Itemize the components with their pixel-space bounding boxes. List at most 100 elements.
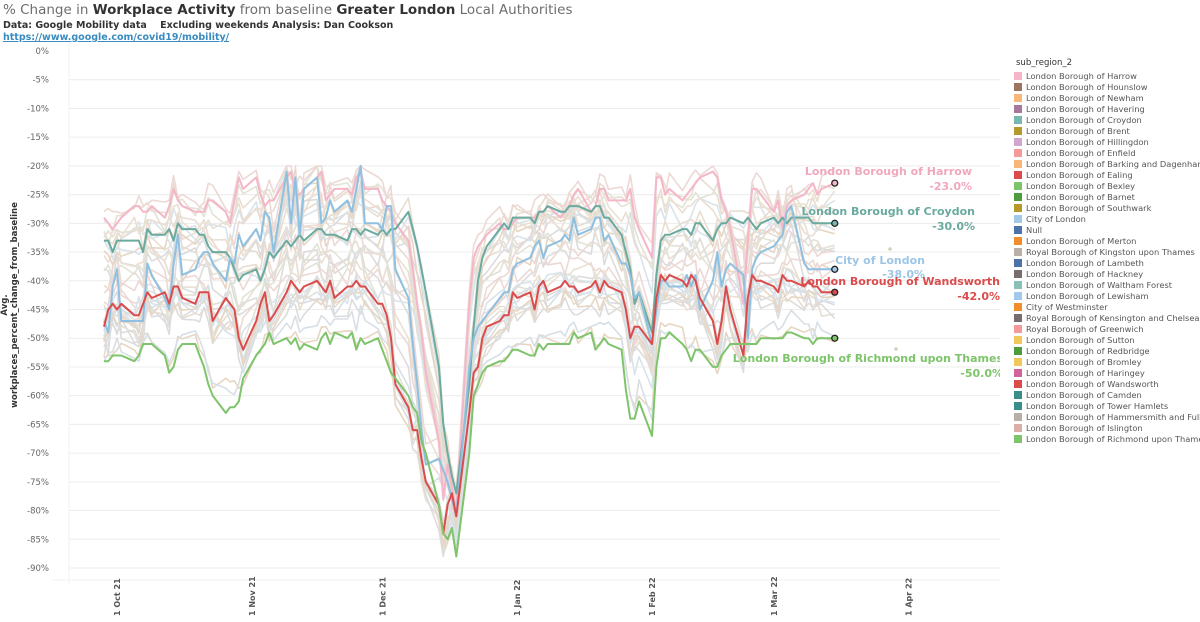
- legend-swatch: [1014, 236, 1022, 245]
- legend-label: City of Westminster: [1026, 301, 1108, 312]
- legend-item[interactable]: London Borough of Brent: [1014, 125, 1200, 136]
- y-tick-label: -90%: [27, 564, 49, 574]
- legend-label: Null: [1026, 224, 1043, 235]
- legend-label: City of London: [1026, 213, 1086, 224]
- legend-item[interactable]: London Borough of Enfield: [1014, 147, 1200, 158]
- annotation-anchor: [888, 247, 892, 251]
- legend-swatch: [1014, 357, 1022, 366]
- legend-item[interactable]: Null: [1014, 224, 1200, 235]
- legend-label: London Borough of Barnet: [1026, 191, 1135, 202]
- legend-item[interactable]: London Borough of Havering: [1014, 103, 1200, 114]
- legend-item[interactable]: London Borough of Harrow: [1014, 70, 1200, 81]
- legend-swatch: [1014, 313, 1022, 322]
- legend-swatch: [1014, 192, 1022, 201]
- legend: sub_region_2 London Borough of Harrow Lon…: [1014, 58, 1200, 444]
- legend-item[interactable]: London Borough of Hounslow: [1014, 81, 1200, 92]
- legend-label: London Borough of Richmond upon Thames: [1026, 433, 1200, 444]
- legend-swatch: [1014, 203, 1022, 212]
- legend-item[interactable]: London Borough of Haringey: [1014, 367, 1200, 378]
- legend-label: London Borough of Southwark: [1026, 202, 1152, 213]
- legend-swatch: [1014, 291, 1022, 300]
- legend-item[interactable]: London Borough of Camden: [1014, 389, 1200, 400]
- legend-item[interactable]: London Borough of Redbridge: [1014, 345, 1200, 356]
- y-tick-label: -60%: [27, 392, 49, 402]
- legend-label: London Borough of Ealing: [1026, 169, 1133, 180]
- legend-item[interactable]: London Borough of Lewisham: [1014, 290, 1200, 301]
- legend-item[interactable]: London Borough of Lambeth: [1014, 257, 1200, 268]
- legend-label: London Borough of Islington: [1026, 422, 1143, 433]
- legend-item[interactable]: London Borough of Newham: [1014, 92, 1200, 103]
- legend-title: sub_region_2: [1016, 58, 1073, 68]
- legend-item[interactable]: Royal Borough of Greenwich: [1014, 323, 1200, 334]
- legend-label: London Borough of Camden: [1026, 389, 1142, 400]
- legend-item[interactable]: London Borough of Bexley: [1014, 180, 1200, 191]
- legend-item[interactable]: London Borough of Ealing: [1014, 169, 1200, 180]
- legend-label: London Borough of Tower Hamlets: [1026, 400, 1169, 411]
- legend-label: London Borough of Havering: [1026, 103, 1145, 114]
- legend-item[interactable]: London Borough of Wandsworth: [1014, 378, 1200, 389]
- series-end-point: [831, 334, 839, 342]
- legend-item[interactable]: City of Westminster: [1014, 301, 1200, 312]
- legend-swatch: [1014, 214, 1022, 223]
- legend-swatch: [1014, 280, 1022, 289]
- y-tick-label: -70%: [27, 449, 49, 459]
- legend-swatch: [1014, 302, 1022, 311]
- legend-swatch: [1014, 379, 1022, 388]
- legend-item[interactable]: Royal Borough of Kingston upon Thames: [1014, 246, 1200, 257]
- x-tick-label: 1 Dec 21: [378, 576, 387, 616]
- legend-swatch: [1014, 324, 1022, 333]
- legend-item[interactable]: London Borough of Barking and Dagenham: [1014, 158, 1200, 169]
- legend-swatch: [1014, 368, 1022, 377]
- y-tick-label: 0%: [36, 47, 50, 57]
- legend-swatch: [1014, 137, 1022, 146]
- y-tick-label: -15%: [27, 133, 49, 143]
- legend-item[interactable]: London Borough of Hackney: [1014, 268, 1200, 279]
- annotation-label: London Borough of Croydon: [802, 205, 975, 218]
- y-tick-label: -50%: [27, 334, 49, 344]
- legend-item[interactable]: London Borough of Richmond upon Thames: [1014, 433, 1200, 444]
- y-tick-label: -75%: [27, 478, 49, 488]
- legend-swatch: [1014, 82, 1022, 91]
- legend-item[interactable]: London Borough of Barnet: [1014, 191, 1200, 202]
- legend-label: London Borough of Harrow: [1026, 70, 1137, 81]
- legend-label: Royal Borough of Greenwich: [1026, 323, 1144, 334]
- series-end-point: [831, 288, 839, 296]
- annotation-value: -30.0%: [932, 220, 975, 233]
- legend-item[interactable]: City of London: [1014, 213, 1200, 224]
- legend-swatch: [1014, 170, 1022, 179]
- annotation-anchor: [894, 347, 898, 351]
- legend-label: London Borough of Haringey: [1026, 367, 1145, 378]
- legend-item[interactable]: London Borough of Bromley: [1014, 356, 1200, 367]
- legend-label: London Borough of Hammersmith and Fulham: [1026, 411, 1200, 422]
- legend-item[interactable]: London Borough of Croydon: [1014, 114, 1200, 125]
- legend-label: London Borough of Merton: [1026, 235, 1137, 246]
- legend-swatch: [1014, 225, 1022, 234]
- legend-swatch: [1014, 115, 1022, 124]
- legend-label: London Borough of Enfield: [1026, 147, 1136, 158]
- y-tick-label: -40%: [27, 277, 49, 287]
- y-tick-label: -5%: [32, 76, 49, 86]
- y-tick-label: -85%: [27, 535, 49, 545]
- legend-item[interactable]: London Borough of Islington: [1014, 422, 1200, 433]
- legend-label: London Borough of Bromley: [1026, 356, 1142, 367]
- y-tick-label: -65%: [27, 420, 49, 430]
- legend-label: Royal Borough of Kensington and Chelsea: [1026, 312, 1200, 323]
- x-tick-label: 1 Nov 21: [248, 576, 257, 616]
- legend-swatch: [1014, 71, 1022, 80]
- legend-item[interactable]: London Borough of Southwark: [1014, 202, 1200, 213]
- legend-item[interactable]: London Borough of Sutton: [1014, 334, 1200, 345]
- y-tick-label: -20%: [27, 162, 49, 172]
- legend-items: London Borough of Harrow London Borough o…: [1014, 70, 1200, 444]
- legend-item[interactable]: London Borough of Hammersmith and Fulham: [1014, 411, 1200, 422]
- legend-item[interactable]: Royal Borough of Kensington and Chelsea: [1014, 312, 1200, 323]
- line-chart: 0% -5% -10% -15% -20% -25% -30% -35% -40% -45% -50…: [27, 43, 1000, 616]
- legend-label: London Borough of Lewisham: [1026, 290, 1149, 301]
- legend-item[interactable]: London Borough of Merton: [1014, 235, 1200, 246]
- legend-item[interactable]: London Borough of Waltham Forest: [1014, 279, 1200, 290]
- legend-item[interactable]: London Borough of Hillingdon: [1014, 136, 1200, 147]
- legend-swatch: [1014, 412, 1022, 421]
- legend-label: London Borough of Bexley: [1026, 180, 1136, 191]
- legend-item[interactable]: London Borough of Tower Hamlets: [1014, 400, 1200, 411]
- legend-label: London Borough of Redbridge: [1026, 345, 1150, 356]
- legend-swatch: [1014, 104, 1022, 113]
